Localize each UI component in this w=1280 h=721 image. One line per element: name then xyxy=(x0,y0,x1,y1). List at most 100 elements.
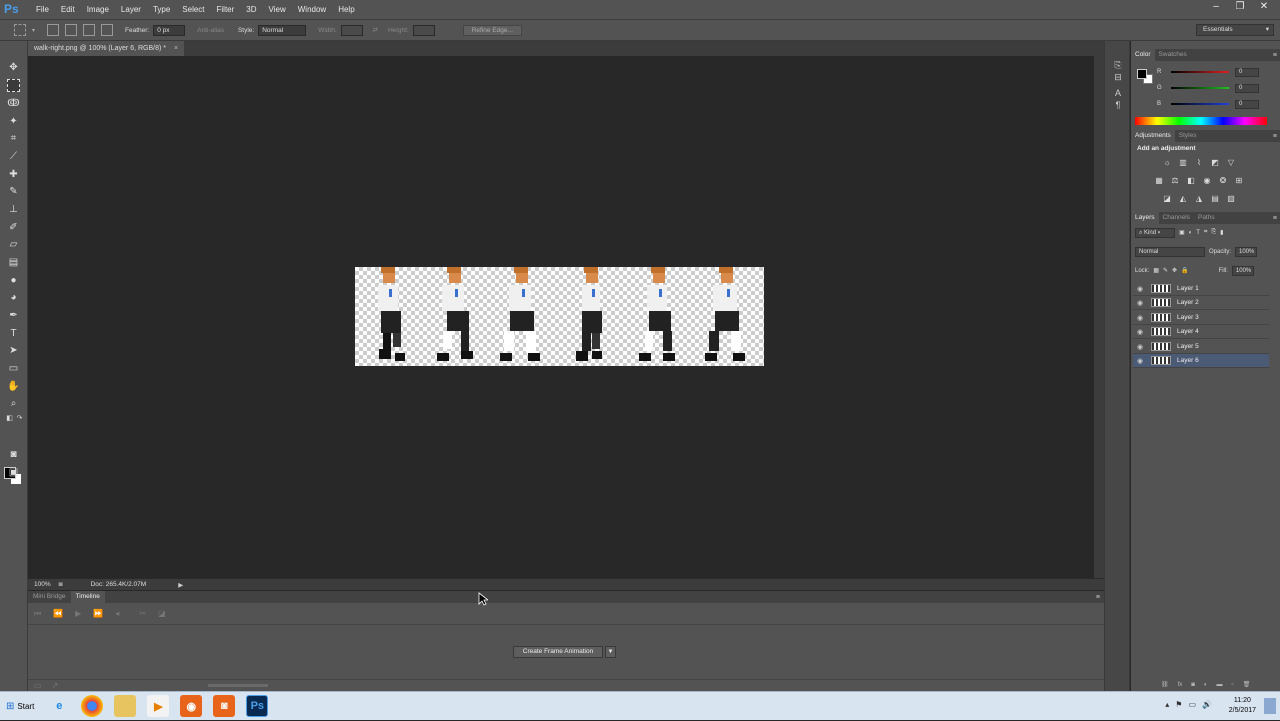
filter-type-icon[interactable]: T xyxy=(1196,230,1200,236)
paragraph-icon[interactable]: ¶ xyxy=(1112,99,1124,111)
tab-styles[interactable]: Styles xyxy=(1175,130,1201,142)
zoom-slider[interactable] xyxy=(208,684,269,687)
tray-arrow-icon[interactable]: ▴ xyxy=(1165,700,1169,709)
tab-swatches[interactable]: Swatches xyxy=(1155,49,1191,61)
new-adjustment-icon[interactable]: ◐ xyxy=(1204,682,1208,688)
red-value[interactable]: 0 xyxy=(1235,67,1259,77)
vibrance-icon[interactable]: ▽ xyxy=(1226,158,1236,168)
eye-icon[interactable]: ◉ xyxy=(1133,357,1147,365)
brush-tool-icon[interactable]: ✎ xyxy=(7,185,20,198)
zoom-tool-icon[interactable]: ⌕ xyxy=(7,397,20,410)
new-selection-icon[interactable] xyxy=(47,24,60,36)
clone-stamp-tool-icon[interactable]: ⊥ xyxy=(7,203,20,216)
volume-icon[interactable]: 🔊 xyxy=(1202,700,1212,709)
document-canvas[interactable] xyxy=(355,267,764,366)
app-icon-orange-2[interactable]: ◙ xyxy=(213,695,236,717)
layer-row[interactable]: ◉ Layer 4 xyxy=(1133,325,1269,339)
screen-mode-icon[interactable]: ▣ xyxy=(7,466,20,479)
green-value[interactable]: 0 xyxy=(1235,83,1259,93)
close-icon[interactable]: × xyxy=(174,45,178,52)
eye-icon[interactable]: ◉ xyxy=(1133,285,1147,293)
hue-saturation-icon[interactable]: ▦ xyxy=(1154,176,1164,186)
menu-window[interactable]: Window xyxy=(292,0,332,19)
swap-icon[interactable]: ⇄ xyxy=(373,26,378,34)
audio-icon[interactable]: ◂ xyxy=(115,609,119,618)
lock-pixels-icon[interactable]: ✎ xyxy=(1163,267,1168,274)
tab-timeline[interactable]: Timeline xyxy=(70,591,105,603)
app-icon-orange-1[interactable]: ◉ xyxy=(180,695,203,717)
create-frame-animation-button[interactable]: Create Frame Animation xyxy=(513,646,603,658)
eye-icon[interactable]: ◉ xyxy=(1133,343,1147,351)
clock[interactable]: 11:20 2/5/2017 xyxy=(1229,696,1256,716)
start-button[interactable]: ⊞ Start xyxy=(0,692,40,721)
red-slider[interactable]: R 0 xyxy=(1157,67,1275,77)
new-group-icon[interactable]: ▬ xyxy=(1217,682,1223,688)
filter-smart-object-icon[interactable]: ⎘ xyxy=(1211,229,1216,236)
color-lookup-icon[interactable]: ⊞ xyxy=(1234,176,1244,186)
tab-paths[interactable]: Paths xyxy=(1194,212,1219,224)
menu-view[interactable]: View xyxy=(263,0,292,19)
curves-icon[interactable]: ⌇ xyxy=(1194,158,1204,168)
marquee-preset-icon[interactable] xyxy=(14,24,26,36)
status-info-icon[interactable]: ◙ xyxy=(59,581,63,588)
show-desktop-button[interactable] xyxy=(1264,698,1276,714)
fill-input[interactable]: 100% xyxy=(1231,265,1254,276)
blue-slider[interactable]: B 0 xyxy=(1157,99,1275,109)
panel-menu-icon[interactable]: ≡ xyxy=(1096,594,1100,601)
green-track[interactable] xyxy=(1171,87,1229,89)
panel-menu-icon[interactable]: ≡ xyxy=(1273,52,1277,59)
type-tool-icon[interactable]: T xyxy=(7,327,20,340)
channel-mixer-icon[interactable]: ❂ xyxy=(1218,176,1228,186)
foreground-color-swatch[interactable] xyxy=(1137,69,1147,79)
chrome-icon[interactable] xyxy=(81,695,104,717)
lasso-tool-icon[interactable]: ↂ xyxy=(7,97,20,110)
color-balance-icon[interactable]: ⚖ xyxy=(1170,176,1180,186)
link-layers-icon[interactable]: ⛓ xyxy=(1161,681,1169,688)
workspace-select[interactable]: Essentials ▾ xyxy=(1196,24,1274,36)
height-input[interactable] xyxy=(412,24,435,36)
layer-row[interactable]: ◉ Layer 1 xyxy=(1133,282,1269,296)
green-slider[interactable]: G 0 xyxy=(1157,83,1275,93)
menu-filter[interactable]: Filter xyxy=(211,0,241,19)
media-player-icon[interactable]: ▶ xyxy=(147,695,170,717)
blend-mode-select[interactable]: Normal xyxy=(1135,246,1205,257)
add-selection-icon[interactable] xyxy=(65,24,78,36)
status-menu-arrow-icon[interactable]: ▶ xyxy=(178,581,183,589)
lock-transparency-icon[interactable]: ▦ xyxy=(1153,267,1159,274)
chevron-down-icon[interactable]: ▼ xyxy=(605,646,616,658)
panel-menu-icon[interactable]: ≡ xyxy=(1273,215,1277,222)
layer-style-icon[interactable]: fx xyxy=(1178,682,1183,688)
lock-position-icon[interactable]: ✥ xyxy=(1172,267,1177,274)
eraser-tool-icon[interactable]: ▱ xyxy=(7,238,20,251)
intersect-selection-icon[interactable] xyxy=(101,24,114,36)
menu-3d[interactable]: 3D xyxy=(240,0,262,19)
history-brush-tool-icon[interactable]: ✐ xyxy=(7,221,20,234)
first-frame-icon[interactable]: ⏮ xyxy=(34,609,41,619)
internet-explorer-icon[interactable]: e xyxy=(48,695,70,717)
document-tab[interactable]: walk-right.png @ 100% (Layer 6, RGB/8) *… xyxy=(28,41,185,56)
menu-image[interactable]: Image xyxy=(81,0,115,19)
restore-button[interactable]: ❐ xyxy=(1228,0,1252,15)
properties-icon[interactable]: ⊟ xyxy=(1112,71,1124,83)
eye-icon[interactable]: ◉ xyxy=(1133,328,1147,336)
move-tool-icon[interactable]: ✥ xyxy=(7,61,20,74)
invert-icon[interactable]: ◪ xyxy=(1162,194,1172,204)
eye-icon[interactable]: ◉ xyxy=(1133,314,1147,322)
split-icon[interactable]: ✂ xyxy=(139,609,146,618)
close-button[interactable]: ✕ xyxy=(1252,0,1276,15)
opacity-input[interactable]: 100% xyxy=(1235,246,1258,257)
menu-type[interactable]: Type xyxy=(147,0,176,19)
swap-colors-icon[interactable]: ↷ xyxy=(13,412,26,425)
brightness-icon[interactable]: ☼ xyxy=(1162,158,1172,168)
rectangle-tool-icon[interactable]: ▭ xyxy=(7,362,20,375)
menu-layer[interactable]: Layer xyxy=(115,0,147,19)
menu-help[interactable]: Help xyxy=(332,0,360,19)
file-explorer-icon[interactable] xyxy=(114,695,137,717)
layer-row[interactable]: ◉ Layer 3 xyxy=(1133,311,1269,325)
width-input[interactable] xyxy=(340,24,363,36)
gradient-tool-icon[interactable]: ▤ xyxy=(7,256,20,269)
refine-edge-button[interactable]: Refine Edge... xyxy=(462,24,522,36)
previous-frame-icon[interactable]: ⏪ xyxy=(53,609,63,618)
black-white-icon[interactable]: ◧ xyxy=(1186,176,1196,186)
tab-mini-bridge[interactable]: Mini Bridge xyxy=(28,591,71,603)
